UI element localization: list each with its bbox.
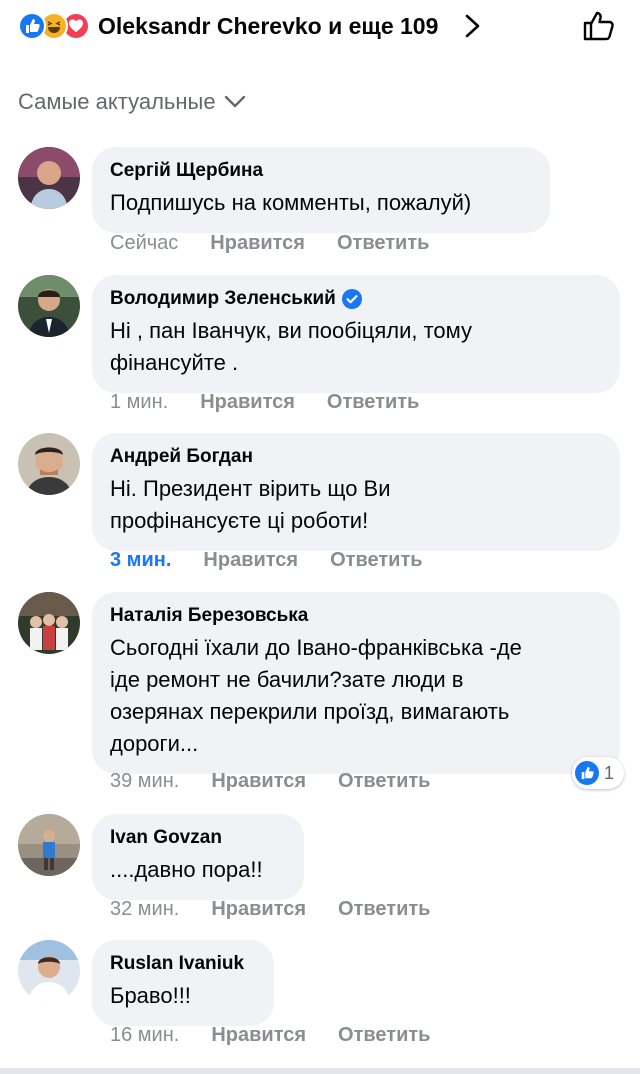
chevron-right-icon[interactable]: [462, 13, 484, 39]
comment-actions: 3 мин. Нравится Ответить: [110, 547, 423, 573]
avatar[interactable]: [18, 275, 80, 337]
comment-bubble: Наталія Березовська Сьогодні їхали до Ів…: [92, 592, 620, 774]
comment-bubble: Володимир Зеленський Ні , пан Іванчук, в…: [92, 275, 620, 393]
comment-bubble: Ivan Govzan ....давно пора!!: [92, 814, 304, 900]
comment-actions: 16 мин. Нравится Ответить: [110, 1022, 430, 1048]
comment-author[interactable]: Володимир Зеленський: [110, 287, 602, 311]
comment-time[interactable]: 1 мин.: [110, 391, 168, 414]
comment-author[interactable]: Наталія Березовська: [110, 604, 602, 628]
reaction-icons: [18, 12, 98, 40]
like-link[interactable]: Нравится: [211, 770, 306, 793]
comment-author[interactable]: Андрей Богдан: [110, 445, 602, 469]
sort-selector[interactable]: Самые актуальные: [18, 88, 246, 116]
comment-text: Браво!!!: [110, 983, 191, 1008]
comment-bubble: Андрей Богдан Ні. Президент вірить що Ви…: [92, 433, 620, 551]
comment-text: Ні. Президент вірить що Ви профінансуєте…: [110, 476, 391, 533]
like-icon: [18, 12, 46, 40]
like-link[interactable]: Нравится: [211, 1024, 306, 1047]
reactors-text[interactable]: Oleksandr Cherevko и еще 109: [98, 12, 438, 40]
sort-label: Самые актуальные: [18, 89, 216, 114]
comment-time[interactable]: 39 мин.: [110, 770, 179, 793]
comment-author[interactable]: Сергій Щербина: [110, 159, 532, 183]
comment-text: Подпишусь на комменты, пожалуй): [110, 190, 472, 215]
avatar[interactable]: [18, 147, 80, 209]
like-link[interactable]: Нравится: [203, 549, 298, 572]
comment-actions: Сейчас Нравится Ответить: [110, 230, 429, 256]
like-icon: [575, 761, 599, 785]
comment-text: Ні , пан Іванчук, ви пообіцяли, тому фін…: [110, 318, 473, 375]
comment-time[interactable]: 3 мин.: [110, 549, 171, 572]
reaction-count-number: 1: [604, 762, 615, 783]
like-button-icon[interactable]: [582, 10, 616, 42]
comment-actions: 39 мин. Нравится Ответить: [110, 768, 430, 794]
reply-link[interactable]: Ответить: [327, 391, 419, 414]
comment-bubble: Сергій Щербина Подпишусь на комменты, по…: [92, 147, 550, 233]
like-link[interactable]: Нравится: [200, 391, 295, 414]
comment-actions: 32 мин. Нравится Ответить: [110, 896, 430, 922]
avatar[interactable]: [18, 940, 80, 1002]
comment-author[interactable]: Ruslan Ivaniuk: [110, 952, 256, 976]
comment-time[interactable]: 32 мин.: [110, 898, 179, 921]
avatar[interactable]: [18, 433, 80, 495]
comment-text: Сьогодні їхали до Івано-франківська -де …: [110, 635, 522, 756]
reactions-summary-bar[interactable]: Oleksandr Cherevko и еще 109: [0, 0, 640, 56]
comment-time[interactable]: Сейчас: [110, 232, 178, 255]
like-link[interactable]: Нравится: [210, 232, 305, 255]
chevron-down-icon: [224, 95, 245, 108]
comment-reaction-count[interactable]: 1: [572, 757, 624, 789]
verified-badge-icon: [341, 289, 362, 309]
reply-link[interactable]: Ответить: [338, 898, 430, 921]
reply-link[interactable]: Ответить: [337, 232, 429, 255]
comment-bubble: Ruslan Ivaniuk Браво!!!: [92, 940, 274, 1026]
comment-text: ....давно пора!!: [110, 857, 263, 882]
bottom-divider: [0, 1068, 640, 1074]
reply-link[interactable]: Ответить: [338, 770, 430, 793]
reply-link[interactable]: Ответить: [330, 549, 422, 572]
avatar[interactable]: [18, 592, 80, 654]
like-link[interactable]: Нравится: [211, 898, 306, 921]
comment-time[interactable]: 16 мин.: [110, 1024, 179, 1047]
comment-author[interactable]: Ivan Govzan: [110, 826, 286, 850]
reply-link[interactable]: Ответить: [338, 1024, 430, 1047]
avatar[interactable]: [18, 814, 80, 876]
comment-actions: 1 мин. Нравится Ответить: [110, 389, 419, 415]
